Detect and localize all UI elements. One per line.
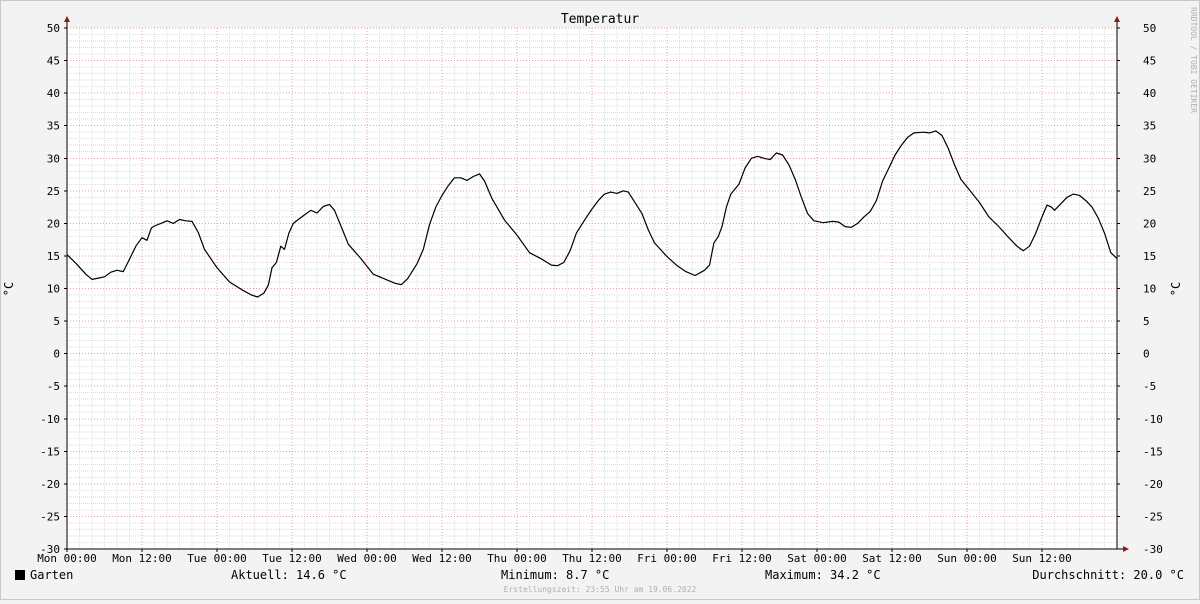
y-tick-label-right: 50	[1143, 22, 1156, 35]
y-tick-label-left: 30	[47, 152, 60, 165]
y-tick-label-left: 15	[47, 250, 60, 263]
x-tick-label: Wed 00:00	[337, 552, 397, 565]
y-tick-label-left: -25	[40, 510, 60, 523]
x-tick-label: Thu 12:00	[562, 552, 622, 565]
generation-time-footer: Erstellungszeit: 23:55 Uhr am 19.06.2022	[503, 585, 697, 594]
x-tick-label: Mon 00:00	[37, 552, 97, 565]
y-tick-label-left: 35	[47, 120, 60, 133]
y-axis-label-left: °C	[2, 282, 16, 296]
y-tick-label-right: -30	[1143, 543, 1163, 556]
y-tick-label-right: 15	[1143, 250, 1156, 263]
y-tick-label-left: -20	[40, 478, 60, 491]
watermark: RRDTOOL / TOBI OETIKER	[1189, 7, 1198, 113]
y-tick-label-right: -15	[1143, 445, 1163, 458]
x-tick-label: Fri 00:00	[637, 552, 697, 565]
x-tick-label: Tue 00:00	[187, 552, 247, 565]
chart-title: Temperatur	[561, 12, 639, 27]
x-tick-label: Mon 12:00	[112, 552, 172, 565]
legend-swatch	[15, 570, 25, 580]
y-tick-label-left: -5	[47, 380, 60, 393]
y-tick-label-left: 5	[53, 315, 60, 328]
x-tick-label: Sat 00:00	[787, 552, 847, 565]
y-tick-label-left: 40	[47, 87, 60, 100]
y-tick-label-right: 45	[1143, 55, 1156, 68]
legend-series-name: Garten	[30, 568, 74, 582]
legend-maximum: Maximum: 34.2 °C	[765, 568, 881, 582]
legend-minimum: Minimum: 8.7 °C	[501, 568, 610, 582]
y-tick-label-left: 50	[47, 22, 60, 35]
y-tick-label-right: -20	[1143, 478, 1163, 491]
y-axis-label-right: °C	[1169, 282, 1183, 296]
y-tick-label-left: 10	[47, 283, 60, 296]
x-tick-label: Sun 12:00	[1012, 552, 1072, 565]
x-tick-label: Fri 12:00	[712, 552, 772, 565]
y-tick-label-left: -15	[40, 445, 60, 458]
legend-current: Aktuell: 14.6 °C	[231, 568, 347, 582]
y-tick-label-right: -25	[1143, 510, 1163, 523]
x-tick-label: Sat 12:00	[862, 552, 922, 565]
y-tick-label-right: 20	[1143, 217, 1156, 230]
temperature-chart: 50 50 45 45 40 40 35 35 30 30 25 25 20 20 15 15 10 10 5 5 0 0…	[0, 0, 1200, 600]
y-tick-label-right: 5	[1143, 315, 1150, 328]
y-tick-label-left: 25	[47, 185, 60, 198]
y-tick-label-right: 0	[1143, 348, 1150, 361]
y-tick-label-right: -10	[1143, 413, 1163, 426]
x-tick-label: Wed 12:00	[412, 552, 472, 565]
y-tick-label-left: 45	[47, 55, 60, 68]
x-tick-label: Tue 12:00	[262, 552, 322, 565]
y-tick-label-right: 25	[1143, 185, 1156, 198]
y-tick-label-right: -5	[1143, 380, 1156, 393]
legend-average: Durchschnitt: 20.0 °C	[1032, 568, 1184, 582]
y-tick-label-right: 40	[1143, 87, 1156, 100]
chart-svg: 50 5045 4540 4035 3530 3025 2520 2015 1510 105 50 0…	[0, 0, 1200, 600]
y-tick-label-left: 0	[53, 348, 60, 361]
y-tick-label-left: -10	[40, 413, 60, 426]
y-tick-label-left: 20	[47, 217, 60, 230]
y-tick-label-right: 35	[1143, 120, 1156, 133]
legend-series: Garten	[15, 568, 73, 582]
x-tick-label: Thu 00:00	[487, 552, 547, 565]
y-tick-label-right: 10	[1143, 283, 1156, 296]
y-tick-label-right: 30	[1143, 152, 1156, 165]
x-tick-label: Sun 00:00	[937, 552, 997, 565]
